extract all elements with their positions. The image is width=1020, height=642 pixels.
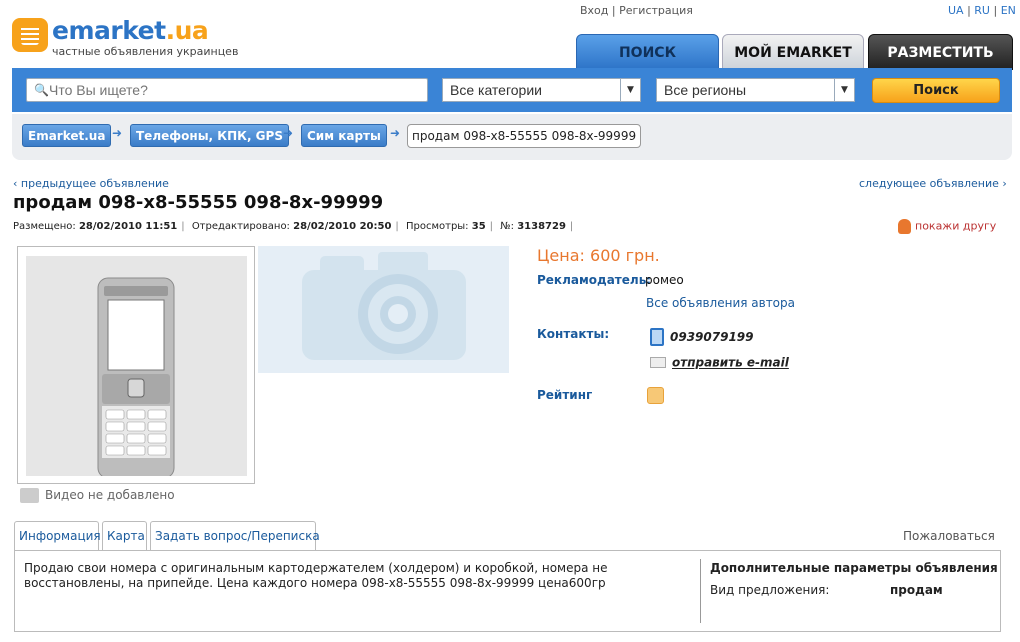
rating-icon[interactable] — [647, 387, 664, 404]
arrow-right-icon: ➜ — [390, 126, 401, 140]
ad-meta: Размещено: 28/02/2010 11:51 | Отредактиро… — [13, 221, 574, 232]
auth-links: Вход | Регистрация — [580, 4, 693, 17]
tab-post-ad[interactable]: РАЗМЕСТИТЬ — [868, 34, 1013, 70]
offer-type-value: продам — [890, 583, 943, 597]
tab-my-emarket[interactable]: МОЙ EMARKET — [722, 34, 864, 70]
contacts-label: Контакты: — [537, 327, 610, 341]
advertiser-label: Рекламодатель: — [537, 273, 652, 287]
logo-text: emarket.ua — [52, 16, 209, 45]
divider — [700, 559, 701, 623]
advertiser-name: ромео — [645, 273, 684, 287]
mobile-phone-icon — [650, 328, 664, 346]
ad-id: 3138729 — [517, 221, 566, 232]
photo-background — [26, 256, 247, 479]
category-select[interactable]: Все категории ▼ — [442, 78, 641, 102]
login-link[interactable]: Вход — [580, 4, 608, 17]
email-contact: отправить e-mail — [650, 355, 789, 370]
no-photo-placeholder — [258, 246, 509, 373]
phone-image — [97, 277, 175, 479]
chevron-down-icon: ▼ — [834, 79, 854, 101]
breadcrumb-current: продам 098-х8-55555 098-8х-99999 — [407, 124, 642, 148]
views-count: 35 — [471, 221, 486, 232]
posted-date: 28/02/2010 11:51 — [78, 221, 178, 232]
breadcrumb-item-phones[interactable]: Телефоны, КПК, GPS — [130, 124, 289, 147]
page-title: продам 098-х8-55555 098-8х-99999 — [13, 192, 384, 213]
region-select[interactable]: Все регионы ▼ — [656, 78, 855, 102]
camera-icon — [302, 252, 466, 360]
next-ad-link[interactable]: следующее объявление › — [859, 177, 1007, 190]
logo-icon — [12, 18, 48, 52]
tab-search[interactable]: ПОИСК — [576, 34, 719, 70]
breadcrumb-item-home[interactable]: Emarket.ua — [22, 124, 112, 147]
ad-description: Продаю свои номера с оригинальным картод… — [24, 561, 608, 590]
person-icon — [898, 219, 911, 234]
arrow-right-icon: ➜ — [283, 126, 294, 140]
logo[interactable]: emarket.ua частные объявления украинцев — [12, 14, 242, 60]
author-ads-link[interactable]: Все объявления автора — [646, 296, 795, 310]
video-status: Видео не добавлено — [20, 488, 175, 503]
video-camera-icon — [20, 488, 39, 503]
lang-en[interactable]: EN — [1001, 4, 1016, 17]
share-with-friend[interactable]: покажи другу — [898, 219, 996, 234]
phone-number: 0939079199 — [650, 328, 754, 346]
tab-info[interactable]: Информация — [14, 521, 101, 551]
edited-date: 28/02/2010 20:50 — [293, 221, 392, 232]
tab-content: Продаю свои номера с оригинальным картод… — [14, 550, 1001, 632]
offer-type-label: Вид предложения: — [710, 583, 830, 597]
lang-ru[interactable]: RU — [974, 4, 990, 17]
envelope-icon — [650, 357, 666, 368]
register-link[interactable]: Регистрация — [619, 4, 693, 17]
tab-ask-question[interactable]: Задать вопрос/Переписка — [150, 521, 320, 551]
lang-ua[interactable]: UA — [948, 4, 964, 17]
language-switcher: UA | RU | EN — [948, 4, 1016, 17]
logo-tagline: частные объявления украинцев — [52, 45, 239, 58]
search-button[interactable]: Поиск — [872, 78, 1000, 103]
breadcrumb-item-sim[interactable]: Сим карты — [301, 124, 387, 147]
rating-label: Рейтинг — [537, 388, 593, 402]
search-bar: 🔍 Все категории ▼ Все регионы ▼ Поиск — [12, 68, 1012, 112]
chevron-down-icon: ▼ — [620, 79, 640, 101]
search-icon: 🔍 — [34, 83, 49, 97]
tab-map[interactable]: Карта — [102, 521, 147, 551]
main-photo[interactable] — [17, 246, 255, 484]
breadcrumb: Emarket.ua ➜ Телефоны, КПК, GPS ➜ Сим ка… — [12, 114, 1012, 160]
prev-ad-link[interactable]: ‹ предыдущее объявление — [13, 177, 169, 190]
search-input[interactable] — [49, 81, 419, 99]
search-box: 🔍 — [26, 78, 428, 102]
send-email-link[interactable]: отправить e-mail — [672, 356, 789, 370]
extra-params-title: Дополнительные параметры объявления — [710, 561, 998, 575]
arrow-right-icon: ➜ — [112, 126, 123, 140]
price: Цена: 600 грн. — [537, 246, 660, 265]
complain-link[interactable]: Пожаловаться — [903, 529, 995, 543]
